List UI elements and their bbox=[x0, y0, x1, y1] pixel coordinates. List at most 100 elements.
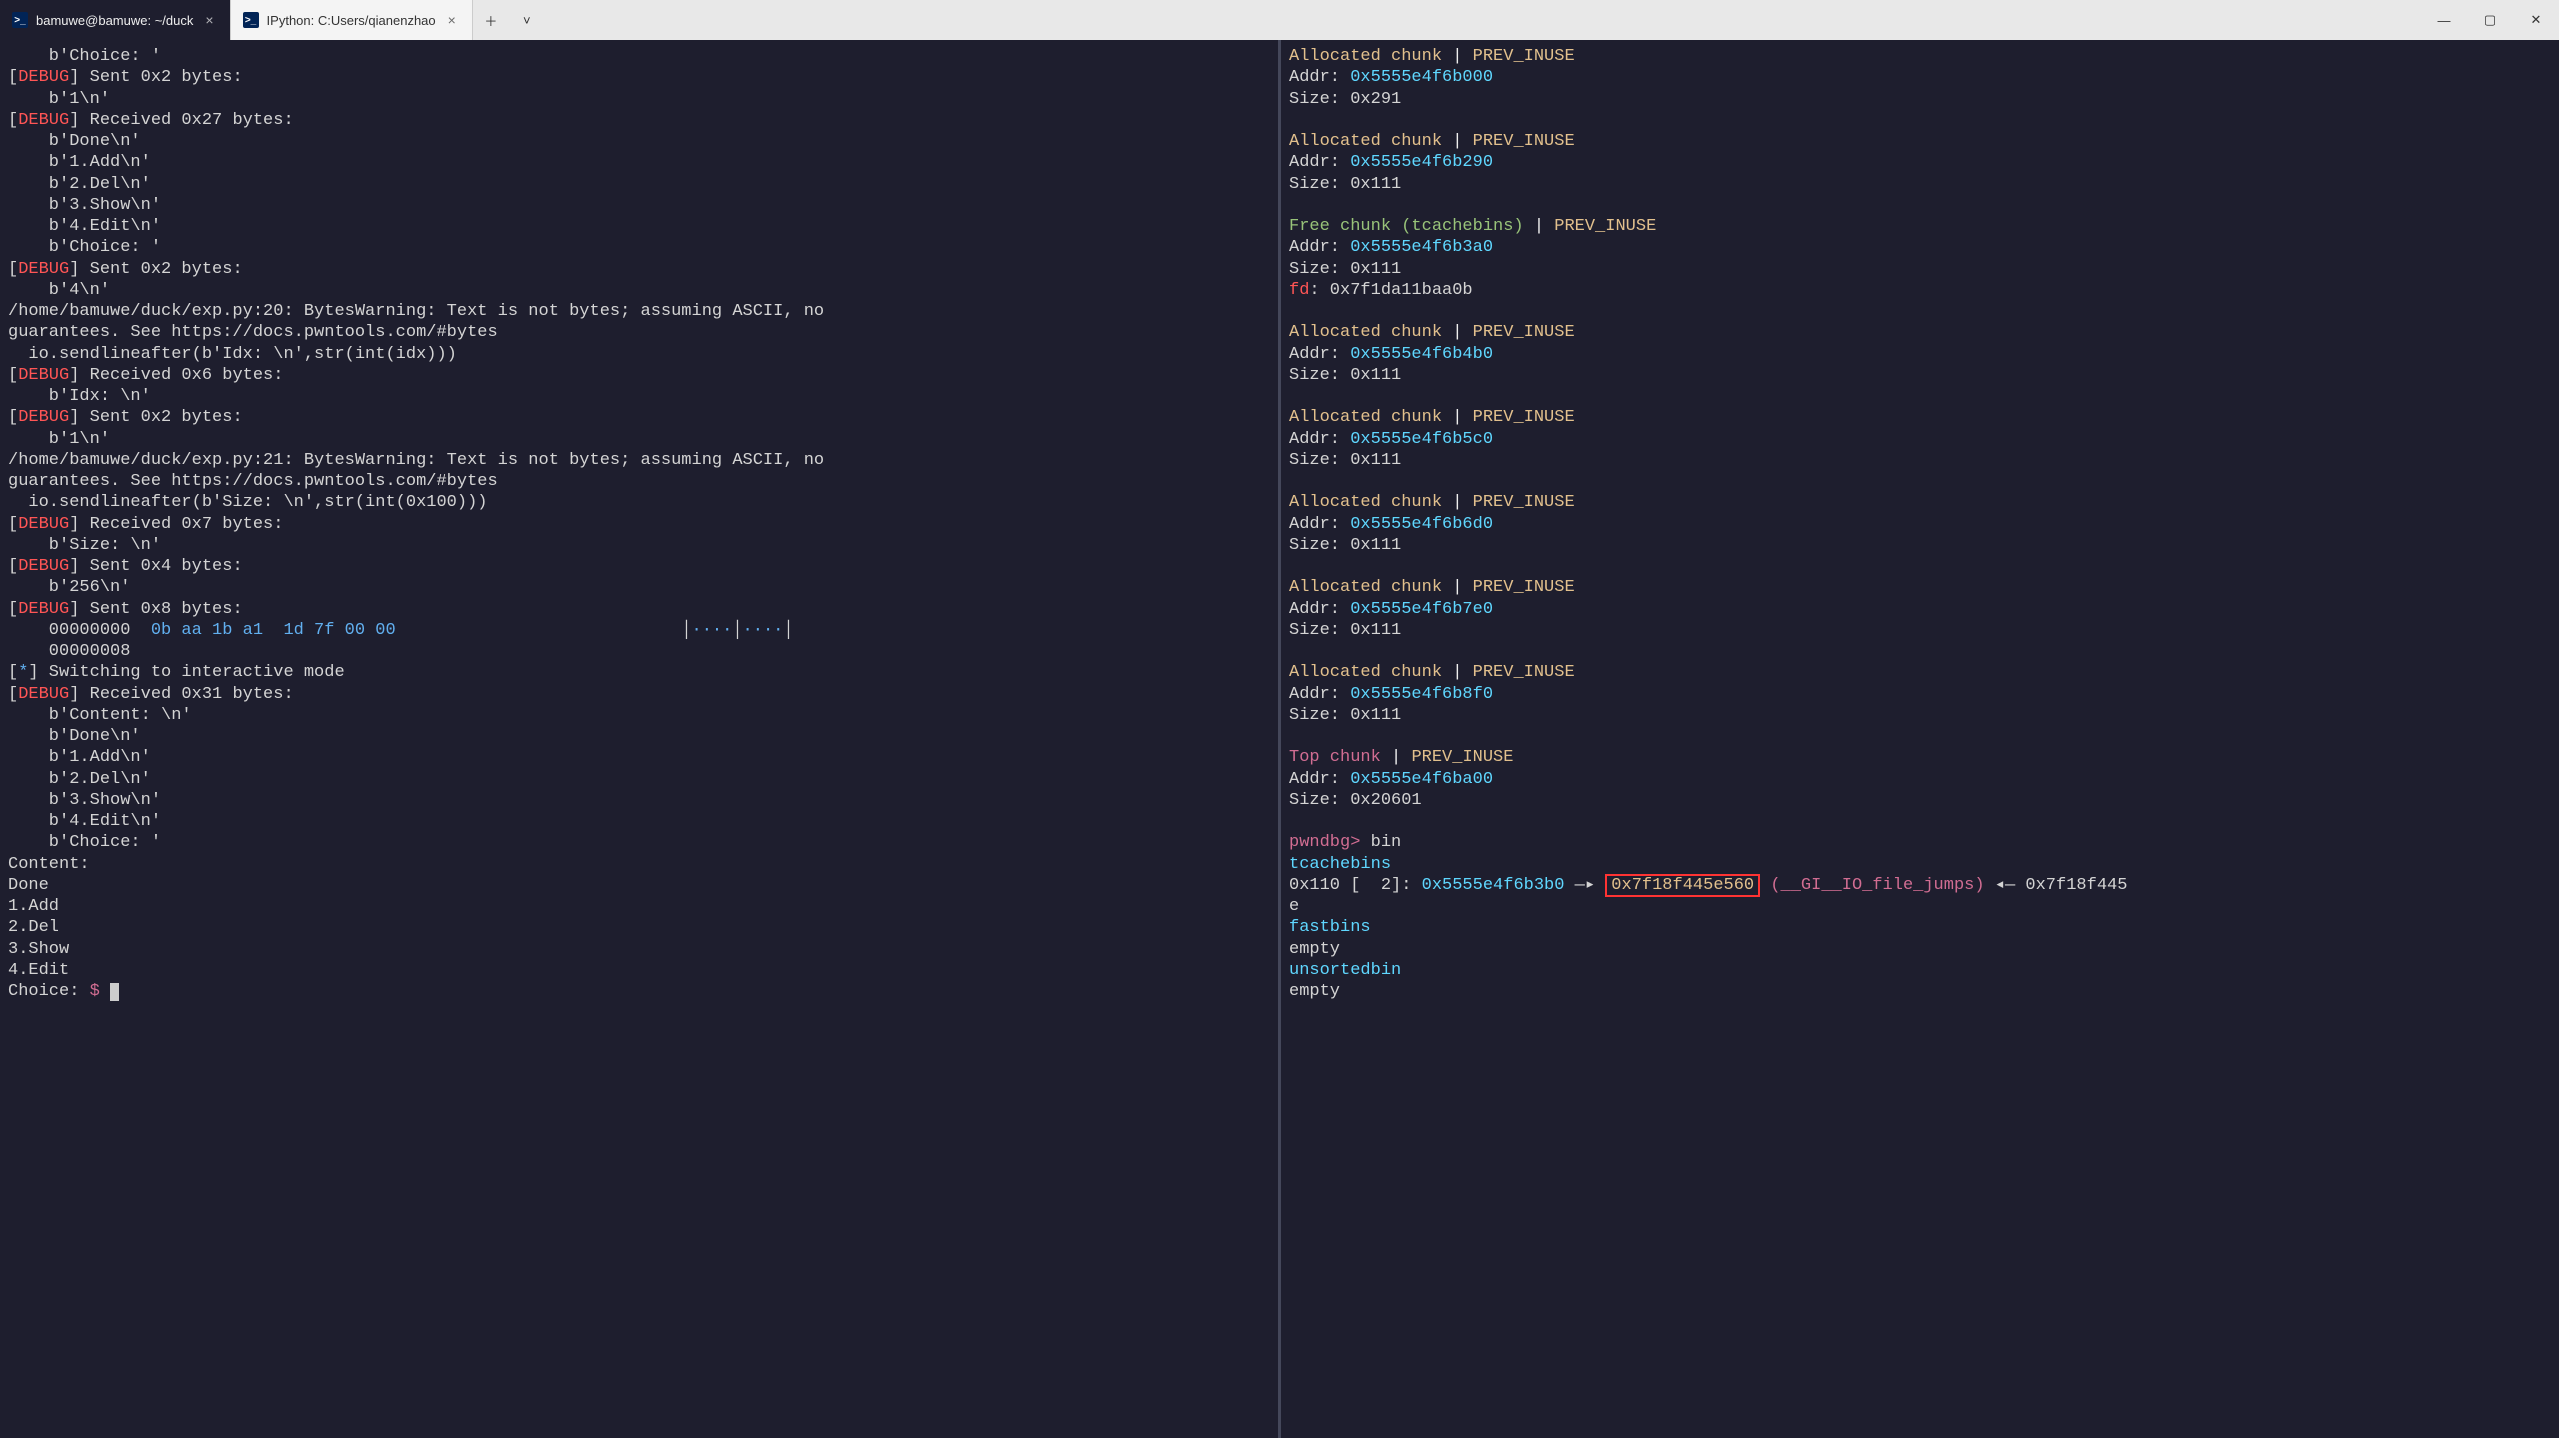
chunk-fd: fd: 0x7f1da11baa0b bbox=[1289, 280, 2551, 301]
chunk-size: Size: 0x111 bbox=[1289, 535, 2551, 556]
terminal-line: b'Size: \n' bbox=[8, 535, 1270, 556]
terminal-line: [DEBUG] Received 0x7 bytes: bbox=[8, 514, 1270, 535]
chunk-addr: Addr: 0x5555e4f6b290 bbox=[1289, 152, 2551, 173]
fastbins-label: fastbins bbox=[1289, 917, 2551, 938]
chunk-addr: Addr: 0x5555e4f6b5c0 bbox=[1289, 429, 2551, 450]
maximize-button[interactable]: ▢ bbox=[2467, 0, 2513, 40]
close-window-button[interactable]: ✕ bbox=[2513, 0, 2559, 40]
tabs: >_ bamuwe@bamuwe: ~/duck × >_ IPython: C… bbox=[0, 0, 2421, 40]
terminal-line: b'3.Show\n' bbox=[8, 195, 1270, 216]
chunk-header: Free chunk (tcachebins) | PREV_INUSE bbox=[1289, 216, 2551, 237]
blank-line bbox=[1289, 641, 2551, 662]
minimize-button[interactable]: — bbox=[2421, 0, 2467, 40]
terminal-line: Content: bbox=[8, 854, 1270, 875]
chunk-header: Allocated chunk | PREV_INUSE bbox=[1289, 322, 2551, 343]
terminal-line: b'Choice: ' bbox=[8, 832, 1270, 853]
blank-line bbox=[1289, 471, 2551, 492]
terminal-line: b'1.Add\n' bbox=[8, 152, 1270, 173]
terminal-line: [DEBUG] Received 0x27 bytes: bbox=[8, 110, 1270, 131]
terminal-line: [DEBUG] Sent 0x8 bytes: bbox=[8, 599, 1270, 620]
powershell-icon: >_ bbox=[243, 12, 259, 28]
powershell-icon: >_ bbox=[12, 12, 28, 28]
terminal-line: b'Idx: \n' bbox=[8, 386, 1270, 407]
terminal-content: b'Choice: '[DEBUG] Sent 0x2 bytes: b'1\n… bbox=[0, 40, 2559, 1438]
chunk-header: Top chunk | PREV_INUSE bbox=[1289, 747, 2551, 768]
terminal-line: 4.Edit bbox=[8, 960, 1270, 981]
terminal-line: guarantees. See https://docs.pwntools.co… bbox=[8, 471, 1270, 492]
chunk-header: Allocated chunk | PREV_INUSE bbox=[1289, 662, 2551, 683]
terminal-line: /home/bamuwe/duck/exp.py:20: BytesWarnin… bbox=[8, 301, 1270, 322]
new-tab-button[interactable]: ＋ bbox=[473, 0, 509, 40]
tab-dropdown-button[interactable]: ˅ bbox=[509, 0, 545, 40]
tab-label: bamuwe@bamuwe: ~/duck bbox=[36, 13, 193, 28]
blank-line bbox=[1289, 386, 2551, 407]
chunk-size: Size: 0x111 bbox=[1289, 705, 2551, 726]
terminal-line: b'Choice: ' bbox=[8, 237, 1270, 258]
chunk-size: Size: 0x111 bbox=[1289, 450, 2551, 471]
left-pane[interactable]: b'Choice: '[DEBUG] Sent 0x2 bytes: b'1\n… bbox=[0, 40, 1281, 1438]
right-pane[interactable]: Allocated chunk | PREV_INUSEAddr: 0x5555… bbox=[1281, 40, 2559, 1438]
chunk-header: Allocated chunk | PREV_INUSE bbox=[1289, 46, 2551, 67]
titlebar: >_ bamuwe@bamuwe: ~/duck × >_ IPython: C… bbox=[0, 0, 2559, 40]
chunk-addr: Addr: 0x5555e4f6b7e0 bbox=[1289, 599, 2551, 620]
blank-line bbox=[1289, 726, 2551, 747]
terminal-line: Done bbox=[8, 875, 1270, 896]
chunk-header: Allocated chunk | PREV_INUSE bbox=[1289, 131, 2551, 152]
blank-line bbox=[1289, 195, 2551, 216]
blank-line bbox=[1289, 110, 2551, 131]
terminal-line: 2.Del bbox=[8, 917, 1270, 938]
terminal-line: b'256\n' bbox=[8, 577, 1270, 598]
terminal-line: b'1.Add\n' bbox=[8, 747, 1270, 768]
terminal-line: guarantees. See https://docs.pwntools.co… bbox=[8, 322, 1270, 343]
terminal-line: [DEBUG] Sent 0x4 bytes: bbox=[8, 556, 1270, 577]
chunk-addr: Addr: 0x5555e4f6b6d0 bbox=[1289, 514, 2551, 535]
close-icon[interactable]: × bbox=[444, 12, 460, 28]
terminal-line: 1.Add bbox=[8, 896, 1270, 917]
terminal-line: b'1\n' bbox=[8, 89, 1270, 110]
chunk-size: Size: 0x291 bbox=[1289, 89, 2551, 110]
tcache-bin-line-wrap: e bbox=[1289, 896, 2551, 917]
terminal-line: b'4\n' bbox=[8, 280, 1270, 301]
tab-label: IPython: C:Users/qianenzhao bbox=[267, 13, 436, 28]
terminal-line: [*] Switching to interactive mode bbox=[8, 662, 1270, 683]
window-controls: — ▢ ✕ bbox=[2421, 0, 2559, 40]
terminal-line: b'Choice: ' bbox=[8, 46, 1270, 67]
blank-line bbox=[1289, 301, 2551, 322]
terminal-line: 00000000 0b aa 1b a1 1d 7f 00 00 │····│·… bbox=[8, 620, 1270, 641]
tcachebins-label: tcachebins bbox=[1289, 854, 2551, 875]
terminal-line: io.sendlineafter(b'Idx: \n',str(int(idx)… bbox=[8, 344, 1270, 365]
tab-active[interactable]: >_ bamuwe@bamuwe: ~/duck × bbox=[0, 0, 231, 40]
chunk-size: Size: 0x111 bbox=[1289, 259, 2551, 280]
chunk-header: Allocated chunk | PREV_INUSE bbox=[1289, 492, 2551, 513]
terminal-line: [DEBUG] Sent 0x2 bytes: bbox=[8, 407, 1270, 428]
terminal-line: [DEBUG] Received 0x6 bytes: bbox=[8, 365, 1270, 386]
terminal-line: [DEBUG] Received 0x31 bytes: bbox=[8, 684, 1270, 705]
chunk-addr: Addr: 0x5555e4f6b8f0 bbox=[1289, 684, 2551, 705]
terminal-line: b'Done\n' bbox=[8, 131, 1270, 152]
terminal-line: [DEBUG] Sent 0x2 bytes: bbox=[8, 259, 1270, 280]
terminal-line: b'2.Del\n' bbox=[8, 769, 1270, 790]
chunk-size: Size: 0x20601 bbox=[1289, 790, 2551, 811]
terminal-line: 00000008 bbox=[8, 641, 1270, 662]
chunk-addr: Addr: 0x5555e4f6b4b0 bbox=[1289, 344, 2551, 365]
terminal-line: io.sendlineafter(b'Size: \n',str(int(0x1… bbox=[8, 492, 1270, 513]
empty-label: empty bbox=[1289, 939, 2551, 960]
chunk-header: Allocated chunk | PREV_INUSE bbox=[1289, 407, 2551, 428]
terminal-line: b'3.Show\n' bbox=[8, 790, 1270, 811]
prompt-line[interactable]: Choice: $ bbox=[8, 981, 1270, 1002]
blank-line bbox=[1289, 811, 2551, 832]
chunk-addr: Addr: 0x5555e4f6ba00 bbox=[1289, 769, 2551, 790]
tab-inactive[interactable]: >_ IPython: C:Users/qianenzhao × bbox=[231, 0, 473, 40]
chunk-size: Size: 0x111 bbox=[1289, 365, 2551, 386]
empty-label: empty bbox=[1289, 981, 2551, 1002]
tcache-bin-line: 0x110 [ 2]: 0x5555e4f6b3b0 —▸ 0x7f18f445… bbox=[1289, 875, 2551, 896]
chunk-size: Size: 0x111 bbox=[1289, 620, 2551, 641]
close-icon[interactable]: × bbox=[201, 12, 217, 28]
terminal-line: b'2.Del\n' bbox=[8, 174, 1270, 195]
chunk-addr: Addr: 0x5555e4f6b000 bbox=[1289, 67, 2551, 88]
terminal-line: b'Done\n' bbox=[8, 726, 1270, 747]
terminal-line: b'4.Edit\n' bbox=[8, 811, 1270, 832]
chunk-addr: Addr: 0x5555e4f6b3a0 bbox=[1289, 237, 2551, 258]
blank-line bbox=[1289, 556, 2551, 577]
unsortedbin-label: unsortedbin bbox=[1289, 960, 2551, 981]
